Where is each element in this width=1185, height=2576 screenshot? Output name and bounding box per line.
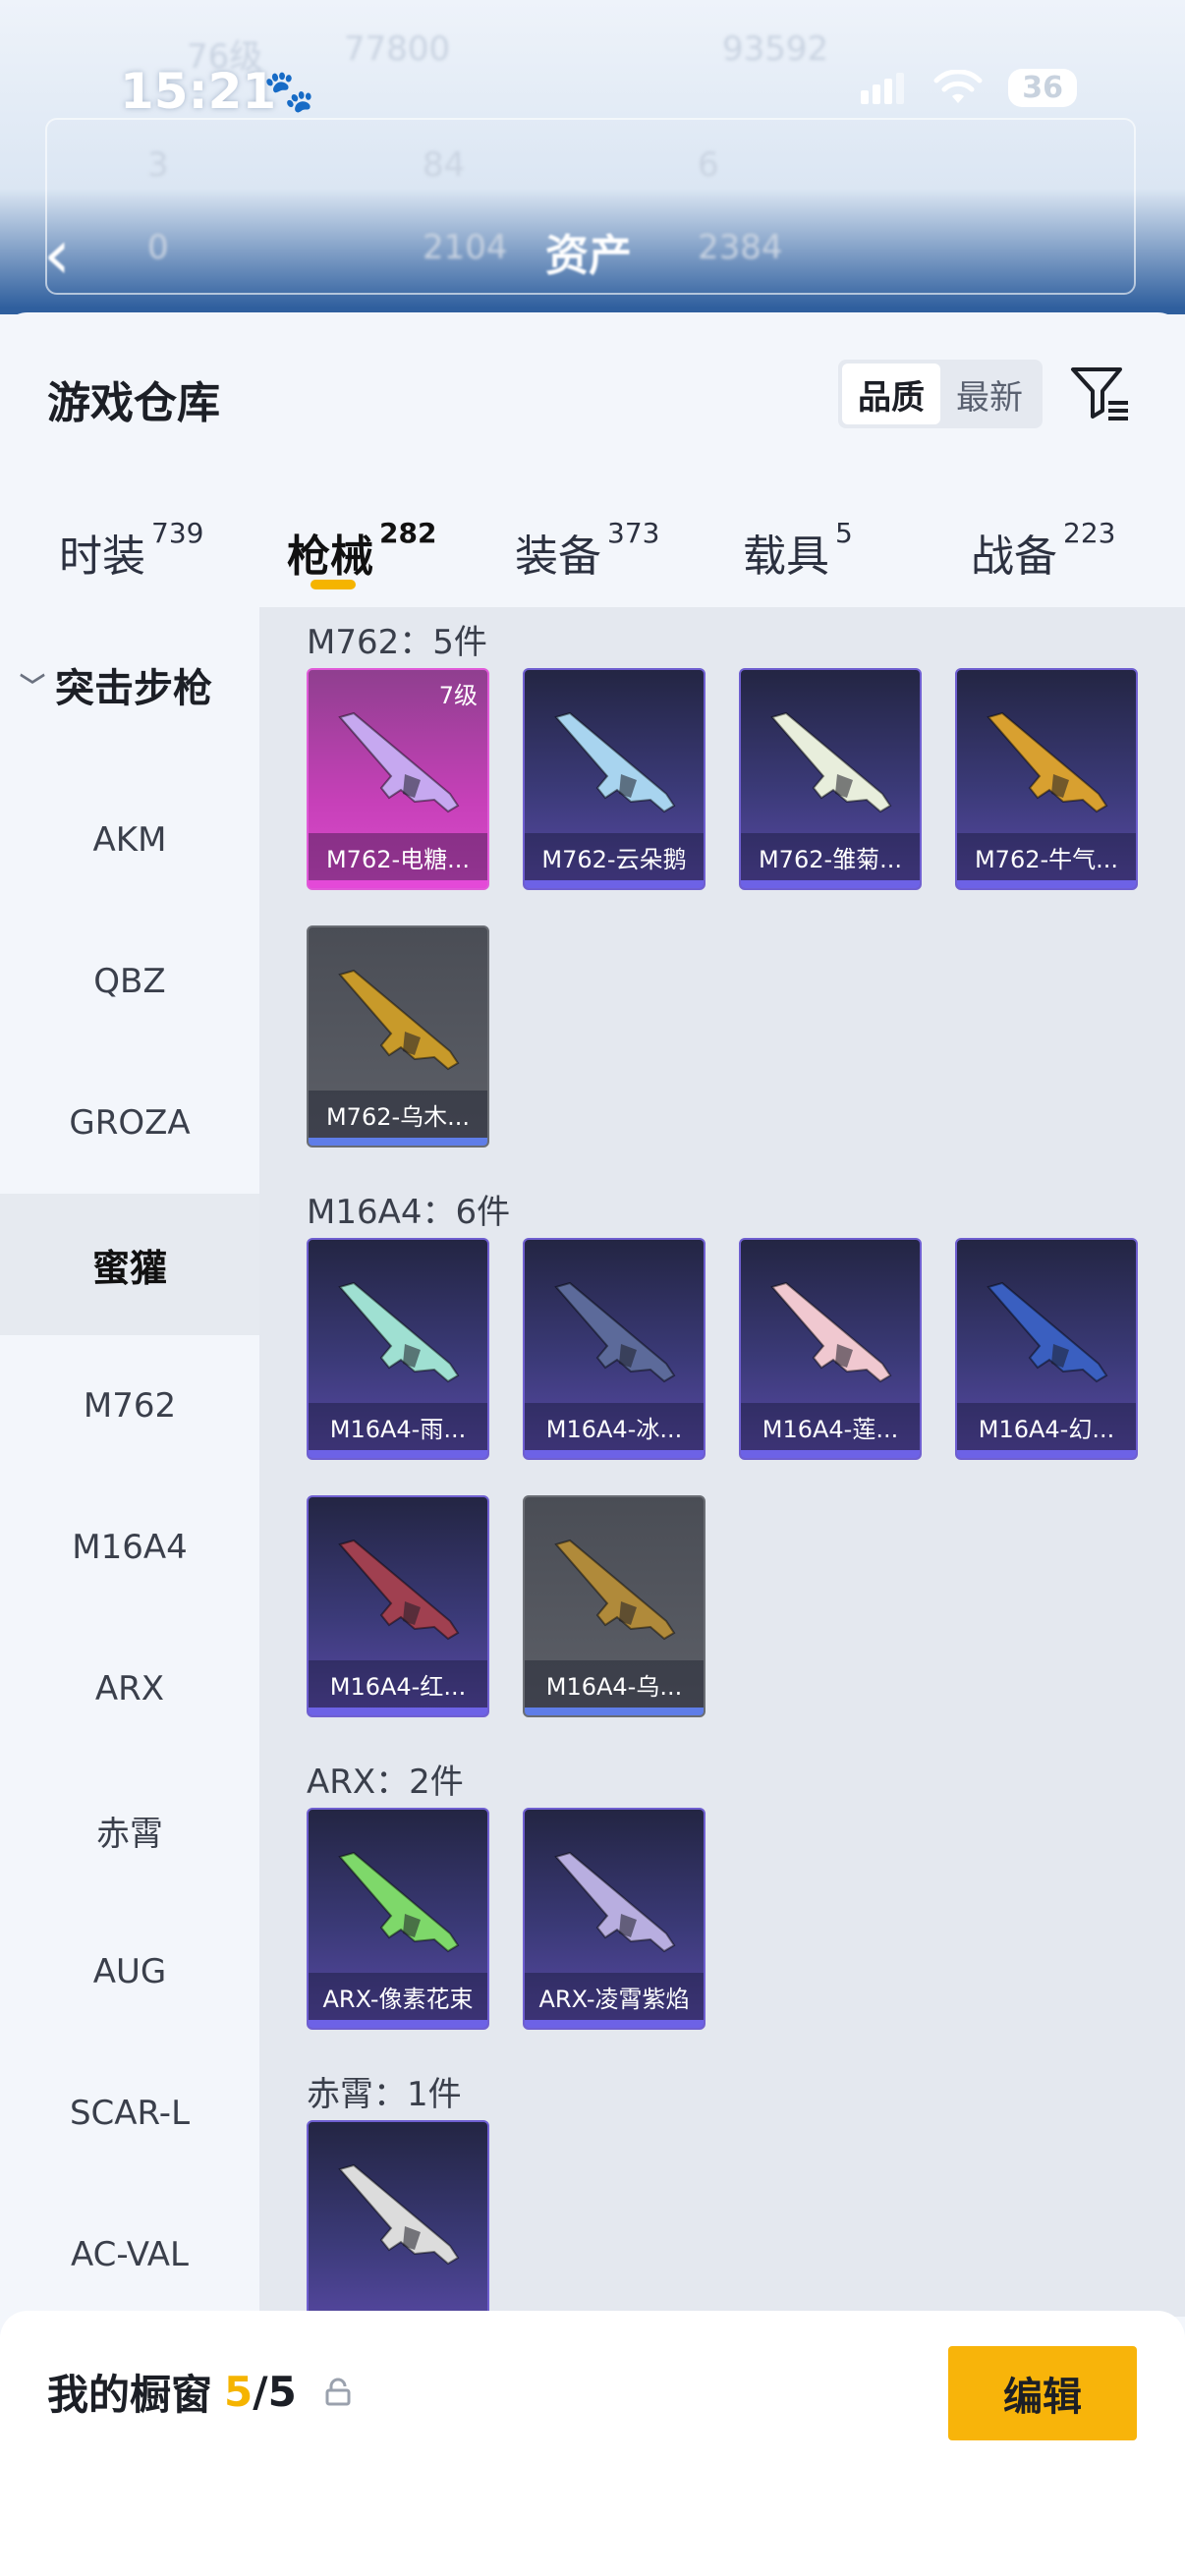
weapon-card[interactable]: M16A4-乌... (523, 1495, 705, 1717)
weapon-name: M762-乌木... (309, 1091, 487, 1138)
weapon-name: M16A4-幻... (957, 1403, 1136, 1450)
group-title: ARX：2件 (307, 1763, 464, 1802)
showcase-label: 我的橱窗 (47, 2371, 213, 2419)
rifle-icon (554, 711, 676, 813)
ghost-stat-2: 84 (423, 145, 466, 185)
ghost-score: 93592 (722, 29, 829, 69)
filter-list-icon[interactable] (1069, 362, 1132, 424)
weapon-card[interactable]: M762-牛气... (955, 668, 1138, 890)
weapon-card[interactable]: M16A4-莲... (739, 1238, 922, 1460)
page: 76级 77800 93592 3 84 6 0 2104 2384 15:21… (0, 0, 1185, 2576)
warehouse-sheet: 游戏仓库 品质 最新 时装 739 枪械 282 装备 373 载具 5 战备 223 ﹀… (0, 312, 1185, 2576)
ghost-stat-4: 0 (147, 228, 169, 267)
ghost-points: 77800 (344, 29, 451, 69)
status-icons: 36 (861, 69, 1077, 107)
back-arrow-icon[interactable]: ‹ (43, 214, 71, 295)
tab-weapons[interactable]: 枪械 282 (287, 517, 436, 584)
weapon-name: M16A4-红... (309, 1660, 487, 1708)
nav-item-8[interactable]: 赤霄 (0, 1760, 259, 1901)
nav-item-9[interactable]: AUG (0, 1901, 259, 2043)
showcase-total: /5 (253, 2368, 297, 2416)
sort-toggle: 品质 最新 (838, 360, 1043, 428)
weapon-name: M762-电糖... (309, 833, 487, 880)
weapon-card[interactable]: M16A4-红... (307, 1495, 489, 1717)
ghost-stat-5: 2104 (423, 228, 508, 267)
tab-vehicles[interactable]: 载具 5 (743, 517, 853, 584)
tab-tactical[interactable]: 战备 223 (971, 517, 1115, 584)
nav-item-6[interactable]: M16A4 (0, 1477, 259, 1618)
weapon-name: ARX-凌霄紫焰 (525, 1973, 704, 2020)
nav-item-5[interactable]: M762 (0, 1335, 259, 1477)
rifle-icon (770, 711, 892, 813)
nav-category-header[interactable]: ﹀ 突击步枪 (20, 656, 212, 713)
ghost-stat-6: 2384 (698, 228, 783, 267)
rifle-icon (987, 711, 1108, 813)
edit-button[interactable]: 编辑 (948, 2346, 1137, 2440)
weapon-card[interactable]: M16A4-幻... (955, 1238, 1138, 1460)
chevron-down-icon: ﹀ (20, 672, 46, 702)
status-time: 15:21 (120, 63, 277, 120)
rifle-icon (554, 1539, 676, 1641)
battery-indicator: 36 (1008, 69, 1077, 107)
signal-icon (861, 72, 908, 104)
weapon-grid: M762：5件 7级 M762-电糖... M762-云朵鹅 M762-雏菊... M76… (259, 607, 1185, 2317)
rifle-icon (770, 1281, 892, 1383)
tab-fashion[interactable]: 时装 739 (59, 517, 203, 584)
weapon-card[interactable] (307, 2120, 489, 2317)
weapon-name: M16A4-乌... (525, 1660, 704, 1708)
nav-item-3[interactable]: GROZA (0, 1052, 259, 1194)
weapon-type-nav: ﹀ 突击步枪 AKM QBZ GROZA 蜜獾 M762 M16A4 ARX 赤霄 AUG SCA… (0, 607, 259, 2277)
sheet-title: 游戏仓库 (47, 378, 220, 428)
ghost-stat-3: 6 (698, 145, 719, 185)
wifi-icon (933, 69, 983, 103)
rifle-icon (338, 2163, 460, 2266)
showcase-bar: 我的橱窗 5 /5 编辑 (0, 2311, 1185, 2576)
category-tabs: 时装 739 枪械 282 装备 373 载具 5 战备 223 (0, 509, 1185, 607)
rifle-icon (987, 1281, 1108, 1383)
weapon-card[interactable]: 7级 M762-电糖... (307, 668, 489, 890)
nav-item-7[interactable]: ARX (0, 1618, 259, 1760)
header-title: 资产 (545, 231, 632, 281)
weapon-name: M762-牛气... (957, 833, 1136, 880)
rifle-icon (554, 1281, 676, 1383)
group-title: M16A4：6件 (307, 1193, 511, 1232)
rifle-icon (338, 711, 460, 813)
lock-icon (325, 2378, 351, 2405)
level-badge: 7级 (438, 682, 478, 709)
weapon-name: M16A4-冰... (525, 1403, 704, 1450)
tab-equipment[interactable]: 装备 373 (515, 517, 659, 584)
sort-by-quality-button[interactable]: 品质 (842, 364, 940, 424)
weapon-name: M762-云朵鹅 (525, 833, 704, 880)
nav-item-11[interactable]: AC-VAL (0, 2184, 259, 2325)
showcase-summary: 我的橱窗 5 /5 (47, 2362, 352, 2422)
rifle-icon (554, 1851, 676, 1953)
weapon-name: M16A4-莲... (741, 1403, 920, 1450)
rifle-icon (338, 1281, 460, 1383)
weapon-card[interactable]: M762-云朵鹅 (523, 668, 705, 890)
weapon-card[interactable]: M762-乌木... (307, 925, 489, 1148)
rifle-icon (338, 969, 460, 1071)
group-title: 赤霄：1件 (307, 2075, 462, 2114)
nav-item-1[interactable]: AKM (0, 769, 259, 911)
weapon-card[interactable]: M16A4-雨... (307, 1238, 489, 1460)
weapon-card[interactable]: M762-雏菊... (739, 668, 922, 890)
weapon-name: M762-雏菊... (741, 833, 920, 880)
rifle-icon (338, 1539, 460, 1641)
nav-item-10[interactable]: SCAR-L (0, 2043, 259, 2184)
sort-by-newest-button[interactable]: 最新 (940, 364, 1039, 424)
nav-item-4[interactable]: 蜜獾 (0, 1194, 259, 1335)
nav-category-label: 突击步枪 (55, 666, 213, 711)
active-tab-indicator (310, 580, 356, 589)
paw-icon: 🐾 (263, 67, 315, 115)
group-title: M762：5件 (307, 623, 487, 662)
weapon-card[interactable]: ARX-像素花束 (307, 1808, 489, 2030)
weapon-name: ARX-像素花束 (309, 1973, 487, 2020)
ghost-stat-1: 3 (147, 145, 169, 185)
showcase-count: 5 (224, 2368, 254, 2416)
weapon-name: M16A4-雨... (309, 1403, 487, 1450)
rifle-icon (338, 1851, 460, 1953)
nav-item-2[interactable]: QBZ (0, 911, 259, 1052)
weapon-card[interactable]: M16A4-冰... (523, 1238, 705, 1460)
weapon-card[interactable]: ARX-凌霄紫焰 (523, 1808, 705, 2030)
